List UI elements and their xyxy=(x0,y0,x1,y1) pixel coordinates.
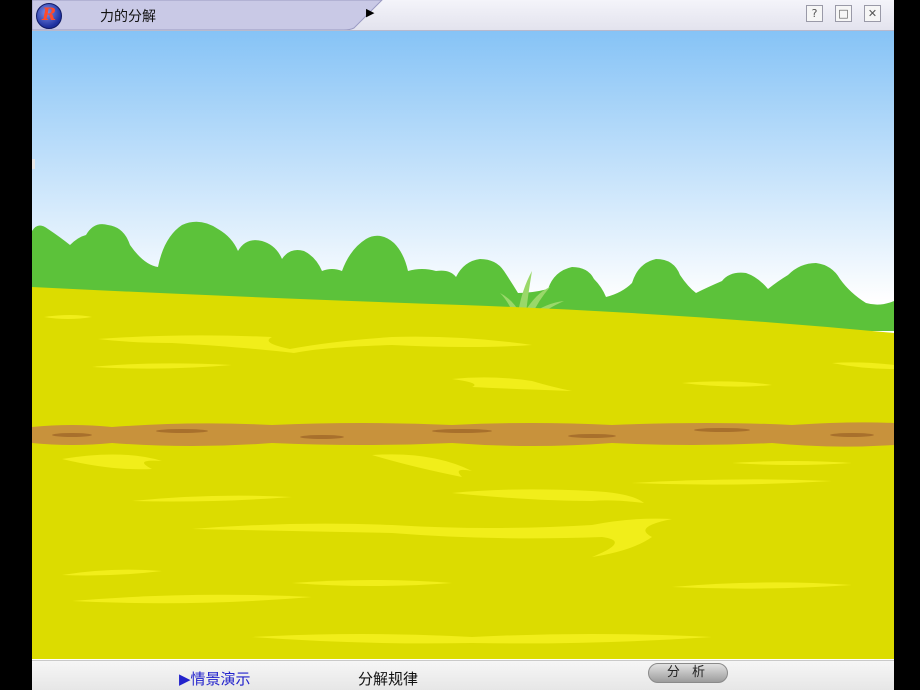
analyze-button[interactable]: 分 析 xyxy=(648,663,728,683)
near-field xyxy=(32,431,894,659)
scene-canvas xyxy=(32,31,894,659)
title-tab xyxy=(32,0,383,30)
left-edge-mark xyxy=(32,159,35,169)
play-button[interactable]: ▶ xyxy=(362,5,384,25)
title-bar: R 力的分解 ▶ ? □ ✕ xyxy=(32,0,894,31)
bottom-toolbar: ▶情景演示 分解规律 分 析 xyxy=(32,660,894,690)
close-button[interactable]: ✕ xyxy=(864,5,881,22)
window-title: 力的分解 xyxy=(100,9,156,25)
help-button[interactable]: ? xyxy=(806,5,823,22)
play-icon: ▶ xyxy=(366,6,375,19)
nav-decomposition-rule[interactable]: 分解规律 xyxy=(358,668,418,689)
app-window: R 力的分解 ▶ ? □ ✕ ▶情景演示 分解规律 分 析 xyxy=(32,0,894,690)
app-logo-icon: R xyxy=(36,3,62,29)
dirt-path xyxy=(32,422,894,447)
restore-button[interactable]: □ xyxy=(835,5,852,22)
logo-letter: R xyxy=(42,5,57,25)
nav-scene-demo[interactable]: ▶情景演示 xyxy=(179,668,251,689)
